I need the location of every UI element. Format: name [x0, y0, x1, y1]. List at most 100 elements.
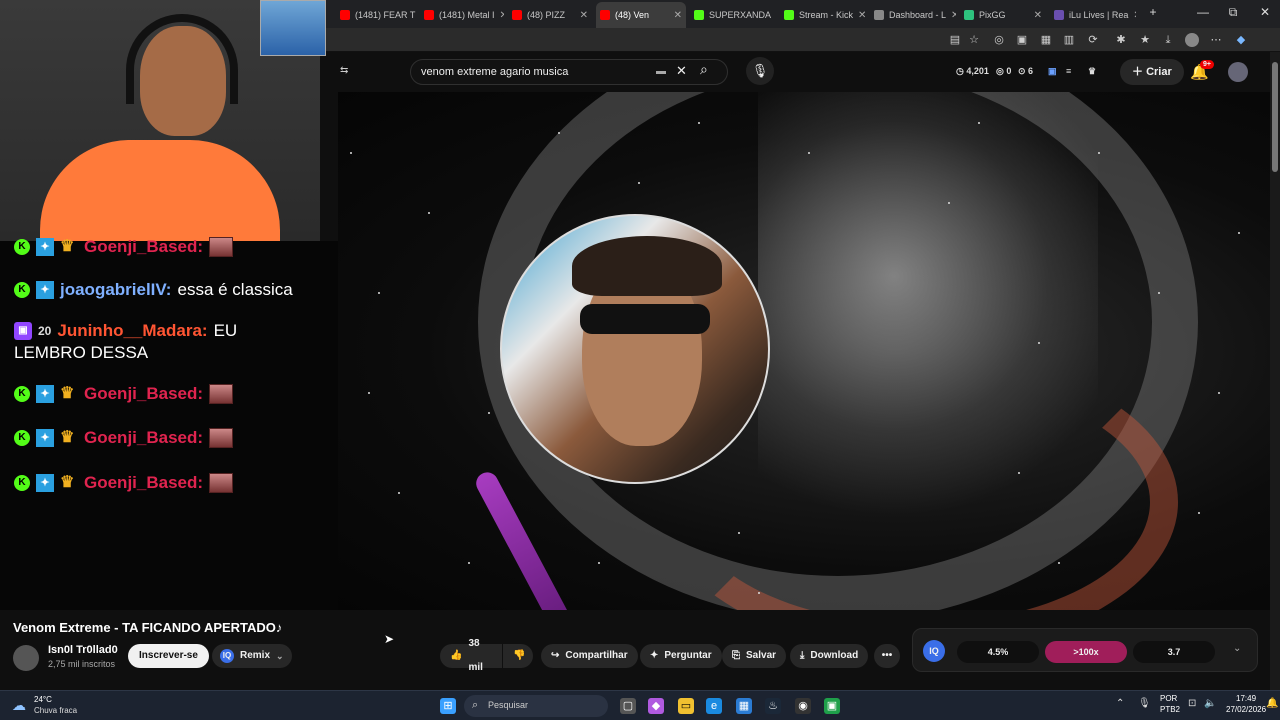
browser-tab[interactable]: (1481) Metal I ✕: [420, 4, 504, 26]
minimize-button[interactable]: —: [1188, 5, 1218, 19]
create-button[interactable]: ＋ Criar: [1120, 59, 1184, 85]
star-icon[interactable]: ☆: [967, 33, 981, 47]
favorites-icon[interactable]: ★: [1138, 33, 1152, 47]
save-button[interactable]: ⎘ Salvar: [722, 644, 787, 668]
reader-icon[interactable]: ▤: [948, 33, 962, 47]
extension-icon[interactable]: ▣: [1015, 33, 1029, 47]
tab-close-icon[interactable]: ✕: [500, 10, 504, 21]
iq-badge[interactable]: IQ: [923, 640, 945, 662]
views-stat: ◷ 4,201: [956, 66, 989, 76]
language-indicator[interactable]: POR: [1160, 694, 1177, 703]
chevron-down-icon[interactable]: ⌄: [1233, 643, 1241, 654]
browser-tab[interactable]: (1481) FEAR TI✕: [336, 4, 416, 26]
ask-button[interactable]: ✦ Perguntar: [640, 644, 722, 668]
chevron-up-icon[interactable]: ⌃: [1116, 698, 1124, 709]
clear-search-icon[interactable]: ✕: [676, 63, 687, 79]
account-avatar[interactable]: [1228, 62, 1248, 82]
taskbar-search[interactable]: ⌕ Pesquisar: [464, 695, 608, 717]
menu-dots-icon[interactable]: ⋯: [1209, 33, 1223, 47]
download-button[interactable]: ⤓ Download: [790, 644, 869, 668]
tab-label: (1481) FEAR TI: [355, 10, 416, 20]
download-icon[interactable]: ⤓: [1161, 33, 1175, 47]
clock-date[interactable]: 27/02/2026: [1226, 705, 1266, 714]
iq-icon[interactable]: ▣: [1048, 66, 1057, 77]
obs-icon[interactable]: ◉: [795, 698, 811, 714]
start-icon[interactable]: ⊞: [440, 698, 456, 714]
chat-overlay: K ✦ ♛ Goenji_Based: K ✦ joaogabrielIV: e…: [0, 237, 338, 610]
chat-message: K ✦ ♛ Goenji_Based:: [14, 237, 234, 257]
star-dot: [1038, 342, 1040, 344]
video-player[interactable]: [338, 92, 1270, 610]
network-icon[interactable]: ⊡: [1188, 698, 1196, 709]
trophy-icon[interactable]: ♛: [1088, 66, 1096, 77]
channel-avatar[interactable]: [13, 645, 39, 671]
clock-time[interactable]: 17:49: [1236, 694, 1256, 703]
tab-close-icon[interactable]: ✕: [951, 10, 956, 21]
volume-icon[interactable]: 🔈: [1204, 698, 1216, 709]
thumbs-up-icon: 👍: [450, 650, 463, 661]
browser-tab[interactable]: iLu Lives | Rea ✕: [1050, 4, 1136, 26]
more-actions-button[interactable]: •••: [874, 644, 900, 668]
profile-avatar[interactable]: [1185, 33, 1199, 47]
copilot-app-icon[interactable]: ◆: [648, 698, 664, 714]
star-dot: [738, 532, 740, 534]
tab-close-icon[interactable]: ✕: [580, 10, 588, 21]
kick-icon: K: [14, 430, 30, 446]
browser-tab[interactable]: Dashboard - L ✕: [870, 4, 956, 26]
extension-icon[interactable]: ◎: [992, 33, 1006, 47]
tab-close-icon[interactable]: ✕: [1133, 10, 1136, 21]
mouse-cursor-icon: ➤: [384, 632, 395, 646]
filter-icon[interactable]: ⇆: [340, 65, 348, 76]
browser-tab[interactable]: Stream - Kick ✕: [780, 4, 866, 26]
keyboard-icon[interactable]: ▬: [656, 66, 666, 77]
emote-icon: [209, 428, 234, 448]
kick-favicon-icon: [784, 10, 794, 20]
chat-message-continuation: LEMBRO DESSA: [14, 343, 148, 363]
microphone-icon[interactable]: 🎙: [746, 57, 774, 85]
extension-icon[interactable]: ▦: [1039, 33, 1053, 47]
microphone-icon[interactable]: 🎙: [1138, 698, 1151, 709]
kick-favicon-icon: [694, 10, 704, 20]
close-window-button[interactable]: ✕: [1250, 5, 1280, 19]
edge-icon[interactable]: e: [706, 698, 722, 714]
star-dot: [428, 212, 430, 214]
channel-name[interactable]: Isn0l Tr0llad0: [48, 644, 118, 656]
browser-tab[interactable]: SUPERXANDA✕: [690, 4, 776, 26]
task-view-icon[interactable]: ▢: [620, 698, 636, 714]
tab-close-icon[interactable]: ✕: [674, 10, 682, 21]
like-button[interactable]: 👍 38 mil: [440, 638, 502, 673]
extensions-icon[interactable]: ✱: [1114, 33, 1128, 47]
file-explorer-icon[interactable]: ▭: [678, 698, 694, 714]
browser-tab[interactable]: (48) PIZZ ✕: [508, 4, 592, 26]
tab-close-icon[interactable]: ✕: [1034, 10, 1042, 21]
chevron-down-icon[interactable]: ⌄: [276, 644, 284, 668]
dislike-button[interactable]: 👎: [503, 644, 533, 668]
browser-tab[interactable]: PixGG ✕: [960, 4, 1046, 26]
remix-button[interactable]: IQ Remix ⌄: [212, 644, 292, 668]
chat-text: essa é classica: [177, 280, 293, 299]
sparkle-icon: ✦: [650, 650, 659, 661]
notification-bell-icon[interactable]: 🔔: [1266, 698, 1278, 709]
extension-icon[interactable]: ⟳: [1086, 33, 1100, 47]
maximize-button[interactable]: ⧉: [1218, 5, 1248, 20]
list-icon[interactable]: ≡: [1066, 66, 1071, 76]
chat-message: K ✦ ♛ Goenji_Based:: [14, 473, 234, 493]
photos-icon[interactable]: ▦: [736, 698, 752, 714]
tab-close-icon[interactable]: ✕: [858, 10, 866, 21]
scrollbar-thumb[interactable]: [1272, 62, 1278, 172]
subscriber-count: 2,75 mil inscritos: [48, 659, 116, 669]
keyboard-layout[interactable]: PTB2: [1160, 705, 1180, 714]
app-icon[interactable]: ▣: [824, 698, 840, 714]
weather-icon[interactable]: ☁: [12, 697, 26, 714]
chat-username: Goenji_Based:: [84, 473, 204, 492]
steam-icon[interactable]: ♨: [765, 698, 781, 714]
browser-tab-active[interactable]: (48) Ven ✕: [596, 2, 686, 28]
subscribe-button[interactable]: Inscrever-se: [128, 644, 209, 668]
extension-icon[interactable]: ▥: [1062, 33, 1076, 47]
share-button[interactable]: ↪ Compartilhar: [541, 644, 638, 668]
page-scrollbar[interactable]: [1270, 52, 1280, 690]
copilot-icon[interactable]: ◆: [1234, 33, 1248, 47]
search-icon[interactable]: ⌕: [700, 61, 708, 78]
chat-username: Juninho__Madara:: [57, 321, 208, 340]
new-tab-button[interactable]: +: [1138, 5, 1168, 19]
